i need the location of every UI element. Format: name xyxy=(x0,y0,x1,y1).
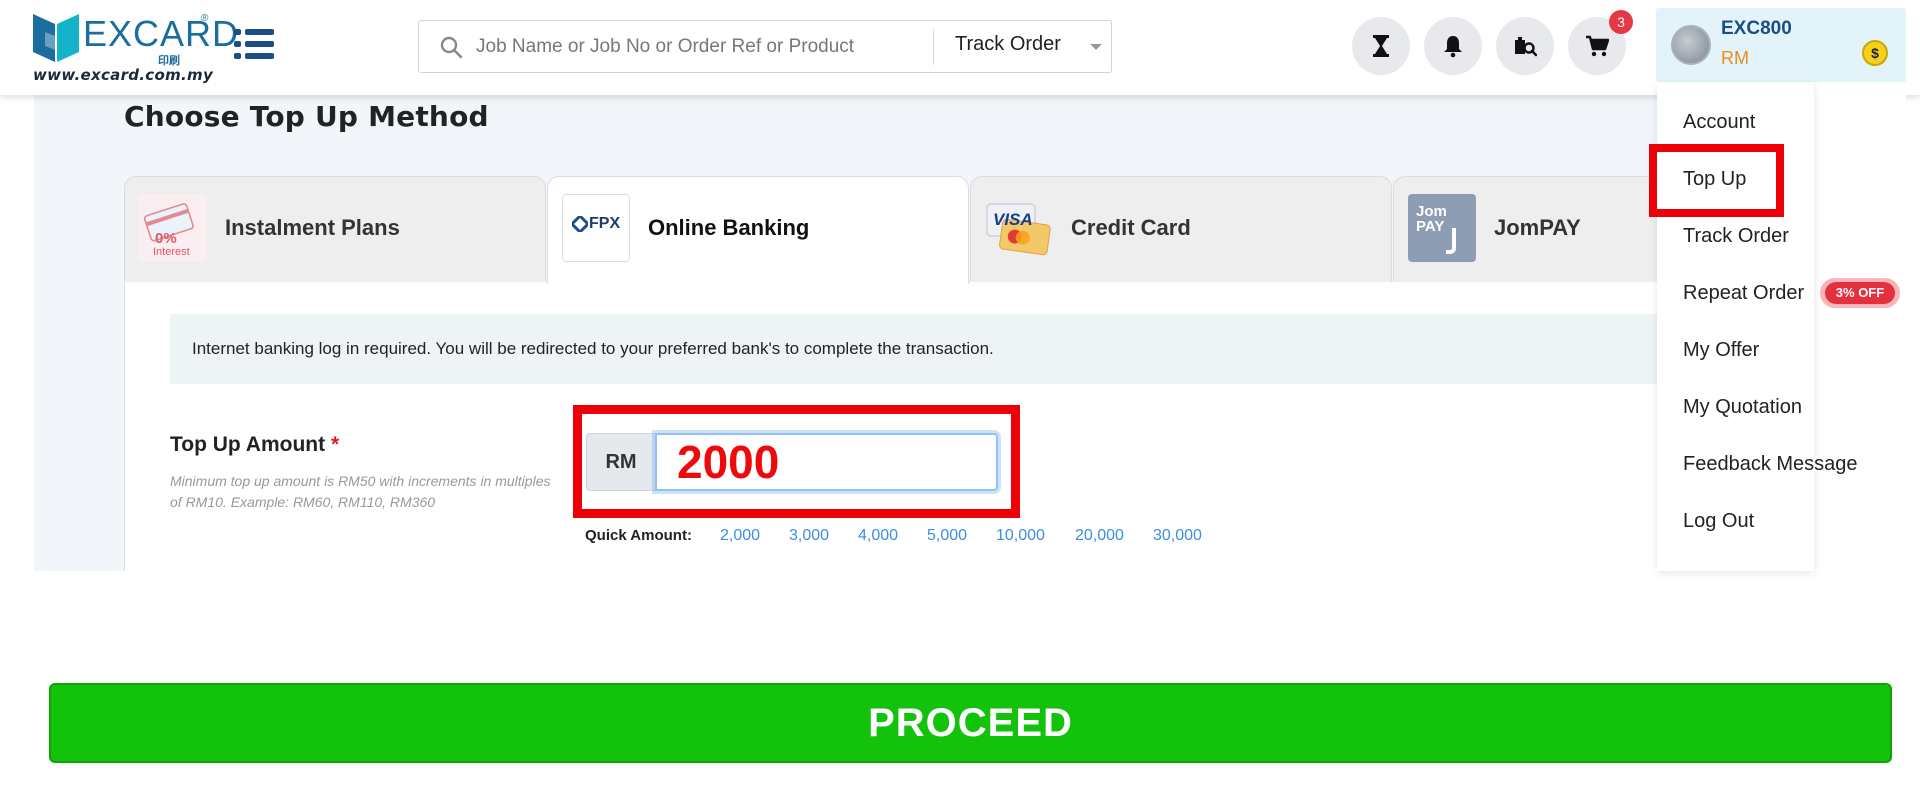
quick-amount-label: Quick Amount: xyxy=(585,527,692,544)
logo-url: www.excard.com.my xyxy=(33,66,214,84)
user-balance: RM xyxy=(1721,48,1749,68)
search-input[interactable] xyxy=(474,31,944,63)
fpx-icon-text: FPX xyxy=(589,215,621,232)
top-up-amount-label: Top Up Amount * xyxy=(170,433,339,457)
top-header: EXCARD ® 印刷 www.excard.com.my Track Orde… xyxy=(0,0,1920,95)
search-divider xyxy=(933,29,934,65)
search-icon xyxy=(440,36,463,59)
dropdown-side-area xyxy=(1814,83,1906,571)
top-up-highlight-box xyxy=(1649,144,1784,217)
quick-amount-4000[interactable]: 4,000 xyxy=(858,527,898,545)
jompay-icon: Jom PAY xyxy=(1408,194,1476,262)
notifications-button[interactable] xyxy=(1424,17,1482,75)
history-button[interactable] xyxy=(1352,17,1410,75)
job-search-icon xyxy=(1515,37,1537,57)
menu-item-account[interactable]: Account xyxy=(1683,111,1755,134)
quick-amount-30000[interactable]: 30,000 xyxy=(1153,527,1202,545)
tab-instalment-plans[interactable]: 0% Interest Instalment Plans xyxy=(124,176,546,282)
instalment-card-icon: 0% Interest xyxy=(139,194,207,262)
logo-registered: ® xyxy=(201,13,209,24)
tab-label: Credit Card xyxy=(1071,215,1191,240)
cart-count-badge: 3 xyxy=(1609,10,1633,34)
fpx-icon: FPX xyxy=(562,194,630,262)
logo-word: EXCARD xyxy=(83,13,240,54)
visa-icon-text: VISA xyxy=(993,210,1033,229)
hourglass-icon xyxy=(1373,35,1389,57)
instalment-icon-percent: 0% xyxy=(155,230,177,247)
quick-amount-2000[interactable]: 2,000 xyxy=(720,527,760,545)
tab-credit-card[interactable]: VISA Credit Card xyxy=(970,176,1392,282)
info-text: Internet banking log in required. You wi… xyxy=(192,339,994,358)
instalment-icon-sub: Interest xyxy=(153,246,190,258)
top-up-amount-hint: Minimum top up amount is RM50 with incre… xyxy=(170,473,551,510)
track-order-select[interactable]: Track Order xyxy=(955,33,1061,56)
visa-card-icon: VISA xyxy=(985,194,1053,262)
excard-logo-mark xyxy=(33,14,79,62)
info-box: Internet banking log in required. You wi… xyxy=(170,314,1730,384)
top-up-amount-label-text: Top Up Amount xyxy=(170,433,326,456)
menu-item-my-offer[interactable]: My Offer xyxy=(1683,339,1759,362)
cart-icon xyxy=(1586,35,1609,57)
quick-amount-5000[interactable]: 5,000 xyxy=(927,527,967,545)
menu-item-my-quotation[interactable]: My Quotation xyxy=(1683,396,1802,419)
page-title: Choose Top Up Method xyxy=(124,100,489,133)
quick-amount-20000[interactable]: 20,000 xyxy=(1075,527,1124,545)
tab-label: Online Banking xyxy=(648,215,810,240)
quick-amount-10000[interactable]: 10,000 xyxy=(996,527,1045,545)
avatar xyxy=(1671,25,1711,65)
menu-item-log-out[interactable]: Log Out xyxy=(1683,510,1754,533)
tab-label: Instalment Plans xyxy=(225,215,400,240)
chevron-down-icon[interactable] xyxy=(1090,44,1102,50)
menu-item-repeat-order[interactable]: Repeat Order xyxy=(1683,282,1804,305)
search-bar: Track Order xyxy=(418,20,1112,73)
user-account-card[interactable]: EXC800 RM $ xyxy=(1656,8,1906,82)
menu-item-feedback-message[interactable]: Feedback Message xyxy=(1683,453,1858,476)
quick-amount-3000[interactable]: 3,000 xyxy=(789,527,829,545)
tab-label: JomPAY xyxy=(1494,215,1581,240)
discount-badge: 3% OFF xyxy=(1820,278,1900,308)
excard-logo[interactable]: EXCARD ® 印刷 www.excard.com.my xyxy=(33,10,238,84)
job-search-button[interactable] xyxy=(1496,17,1554,75)
discount-badge-text: 3% OFF xyxy=(1825,282,1895,304)
menu-item-track-order[interactable]: Track Order xyxy=(1683,225,1789,248)
menu-list-icon[interactable] xyxy=(234,27,274,61)
coin-icon: $ xyxy=(1862,40,1888,66)
tab-online-banking[interactable]: FPX Online Banking xyxy=(547,176,969,284)
proceed-button[interactable]: PROCEED xyxy=(49,683,1892,763)
amount-highlight-box xyxy=(573,405,1020,518)
user-name: EXC800 xyxy=(1721,18,1792,39)
bell-icon xyxy=(1444,36,1462,58)
required-mark: * xyxy=(330,433,340,456)
